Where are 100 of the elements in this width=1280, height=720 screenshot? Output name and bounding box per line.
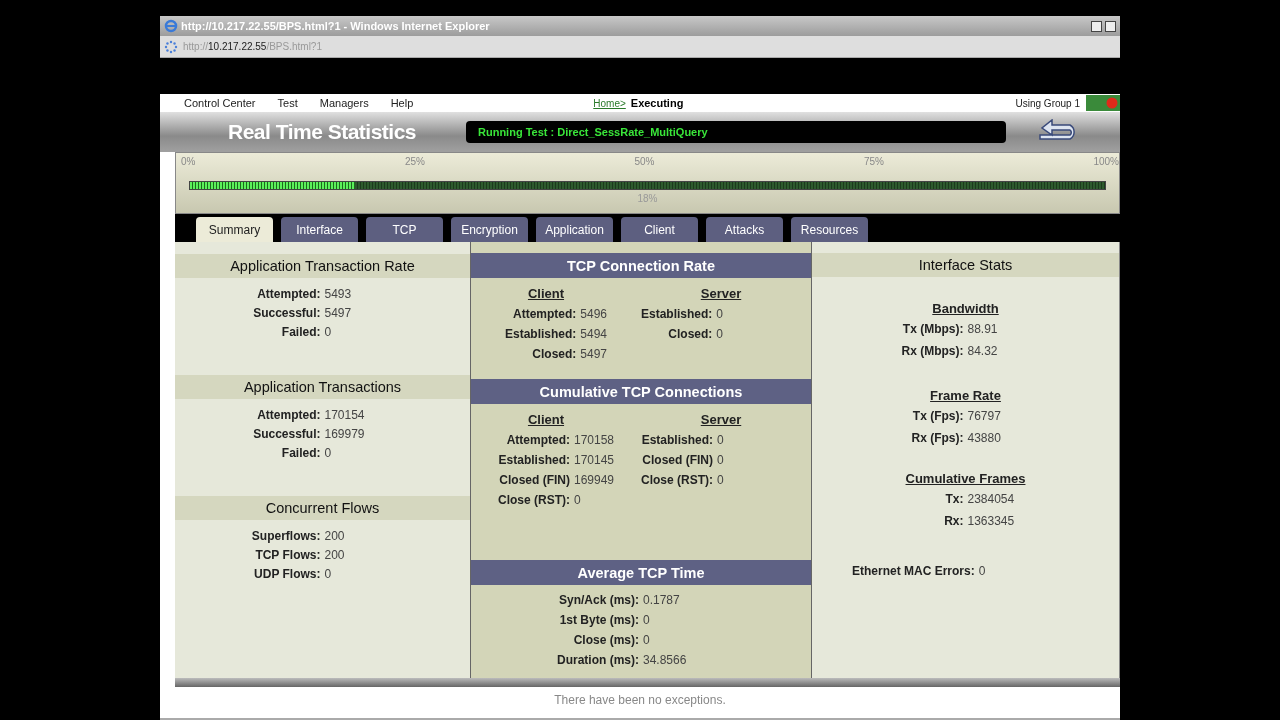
status-indicator-icon	[1086, 95, 1120, 111]
breadcrumb-current: Executing	[630, 97, 684, 109]
stat-value: 34.8566	[643, 653, 688, 667]
stat-label: Attempted:	[512, 307, 577, 321]
stat-label: Attempted:	[256, 408, 321, 422]
tick-label: 75%	[863, 156, 884, 167]
group-heading: Cumulative Frames	[905, 471, 1026, 486]
menu-item[interactable]: Managers	[319, 97, 369, 109]
browser-logo-icon	[164, 19, 178, 33]
stat-value: 0	[717, 433, 724, 447]
address-bar[interactable]: http://10.217.22.55/BPS.html?1	[160, 36, 1120, 58]
tick-label: 0%	[181, 156, 196, 167]
column-heading: Client	[527, 286, 565, 301]
stat-label: Duration (ms):	[556, 653, 639, 667]
stat-label: TCP Flows:	[254, 548, 321, 562]
stat-label: Rx:	[943, 514, 964, 528]
running-test-display: Running Test : Direct_SessRate_MultiQuery	[466, 121, 1006, 143]
stat-label: Closed:	[531, 347, 577, 361]
stat-label: Tx (Mbps):	[901, 322, 964, 336]
tick-label: 25%	[404, 156, 425, 167]
stat-value: 0	[324, 325, 333, 339]
stat-value: 2384054	[967, 492, 1016, 506]
section-header: Application Transactions	[175, 375, 470, 399]
section-header: Interface Stats	[812, 253, 1119, 277]
tab[interactable]: Application	[536, 217, 613, 242]
column-heading: Client	[527, 412, 565, 427]
group-heading: Bandwidth	[932, 301, 999, 316]
stat-label: Ethernet MAC Errors:	[852, 564, 975, 578]
stat-label: Close (RST):	[497, 493, 570, 507]
stat-value: 170145	[573, 453, 614, 467]
stat-label: Closed (FIN)	[641, 453, 713, 467]
address-text: http://10.217.22.55/BPS.html?1	[183, 41, 322, 52]
stat-value: 5497	[324, 306, 353, 320]
home-link[interactable]: Home>	[593, 97, 626, 109]
stat-label: Rx (Fps):	[910, 431, 964, 445]
tab[interactable]: Client	[621, 217, 698, 242]
stat-label: Rx (Mbps):	[900, 344, 964, 358]
stat-value: 0	[643, 613, 651, 627]
minimize-button[interactable]	[1091, 20, 1102, 32]
page-title: Real Time Statistics	[228, 120, 418, 144]
stat-label: Established:	[641, 433, 713, 447]
stat-value: 5496	[580, 307, 608, 321]
stat-label: Closed (FIN)	[498, 473, 570, 487]
loading-icon	[164, 39, 178, 54]
section-header: Average TCP Time	[471, 560, 811, 585]
stat-value: 0.1787	[643, 593, 681, 607]
stat-value: 0	[643, 633, 651, 647]
column-heading: Server	[700, 286, 742, 301]
menu-item[interactable]: Control Center	[184, 97, 256, 109]
tab[interactable]: Resources	[791, 217, 868, 242]
stat-value: 5494	[580, 327, 608, 341]
stat-label: 1st Byte (ms):	[558, 613, 639, 627]
stat-value: 0	[978, 564, 986, 578]
stat-value: 5493	[324, 287, 353, 301]
stat-value: 0	[716, 307, 724, 321]
section-header: TCP Connection Rate	[471, 253, 811, 278]
stat-value: 5497	[580, 347, 608, 361]
stat-value: 0	[717, 453, 724, 467]
stat-label: Attempted:	[505, 433, 570, 447]
tab[interactable]: Interface	[281, 217, 358, 242]
stat-value: 76797	[967, 409, 1002, 423]
stat-value: 1363345	[967, 514, 1016, 528]
section-header: Cumulative TCP Connections	[471, 379, 811, 404]
status-message: There have been no exceptions.	[554, 693, 726, 709]
stat-label: Established:	[497, 453, 570, 467]
tab[interactable]: Encryption	[451, 217, 528, 242]
stat-value: 0	[573, 493, 582, 507]
stat-value: 170158	[573, 433, 614, 447]
stat-label: Failed:	[280, 325, 321, 339]
stat-value: 0	[716, 327, 724, 341]
stat-value: 84.32	[967, 344, 999, 358]
menu-item[interactable]: Test	[277, 97, 298, 109]
stat-label: UDP Flows:	[253, 567, 321, 581]
tick-label: 100%	[1093, 156, 1119, 167]
stat-label: Successful:	[252, 427, 321, 441]
section-header: Application Transaction Rate	[175, 254, 470, 278]
tab[interactable]: Summary	[196, 217, 273, 242]
stat-label: Tx (Fps):	[911, 409, 964, 423]
tab[interactable]: Attacks	[706, 217, 783, 242]
stat-label: Tx:	[944, 492, 964, 506]
maximize-button[interactable]	[1105, 20, 1116, 32]
stat-label: Successful:	[252, 306, 321, 320]
stat-label: Close (ms):	[572, 633, 639, 647]
stat-value: 200	[324, 548, 346, 562]
tab[interactable]: TCP	[366, 217, 443, 242]
splitter-handle[interactable]	[175, 678, 1120, 687]
stat-label: Superflows:	[250, 529, 321, 543]
stat-value: 0	[324, 567, 333, 581]
group-label: Using Group 1	[1015, 97, 1080, 109]
stat-value: 0	[324, 446, 333, 460]
stat-value: 169979	[324, 427, 366, 441]
stat-value: 170154	[324, 408, 366, 422]
stat-label: Established:	[641, 307, 713, 321]
group-heading: Frame Rate	[930, 388, 1001, 403]
stat-label: Close (RST):	[641, 473, 713, 487]
stat-label: Established:	[504, 327, 577, 341]
tick-label: 50%	[634, 156, 655, 167]
section-header: Concurrent Flows	[175, 496, 470, 520]
stat-value: 43880	[967, 431, 1002, 445]
menu-item[interactable]: Help	[390, 97, 414, 109]
